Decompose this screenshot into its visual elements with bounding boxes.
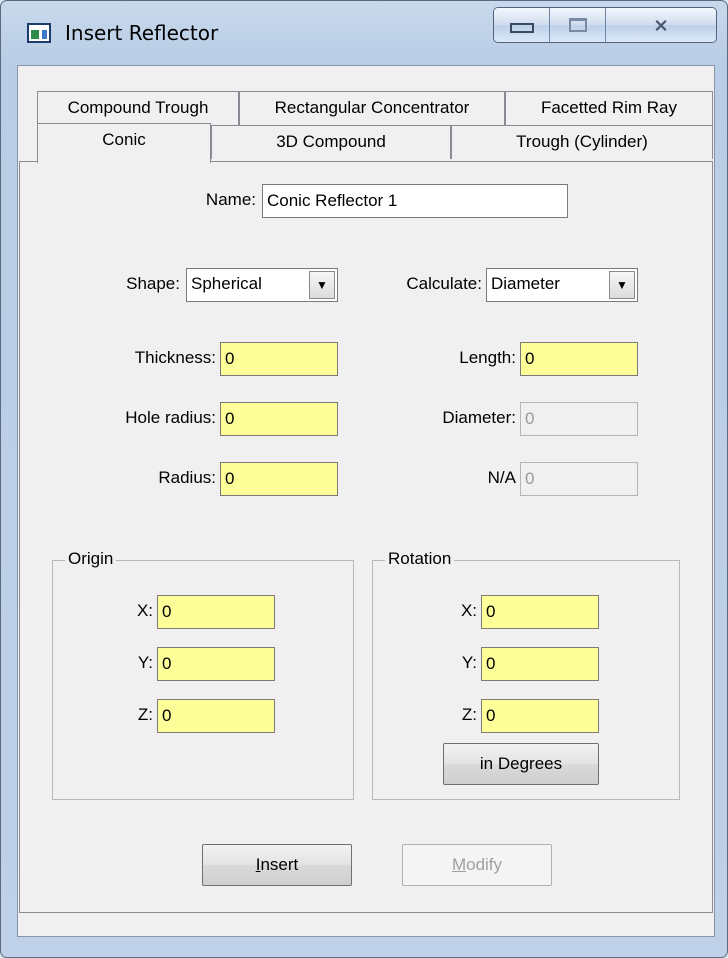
minimize-icon (509, 23, 534, 33)
thickness-input[interactable] (220, 342, 338, 376)
origin-x-input[interactable] (157, 595, 275, 629)
length-label: Length: (459, 348, 516, 367)
caption-buttons: ⨯ (493, 7, 717, 43)
origin-x-label: X: (136, 601, 153, 620)
radius-label: Radius: (158, 468, 216, 487)
insert-label: nsert (260, 855, 299, 874)
tab-compound-trough[interactable]: Compound Trough (37, 91, 239, 125)
diameter-input (520, 402, 638, 436)
origin-y-label: Y: (137, 653, 153, 672)
rotation-y-label: Y: (461, 653, 477, 672)
rotation-x-input[interactable] (481, 595, 599, 629)
diameter-label: Diameter: (442, 408, 516, 427)
title-bar[interactable]: Insert Reflector ⨯ (1, 1, 727, 67)
rotation-z-label: Z: (461, 705, 477, 724)
rotation-x-label: X: (460, 601, 477, 620)
thickness-label: Thickness: (134, 348, 216, 367)
hole-radius-label: Hole radius: (125, 408, 216, 427)
maximize-button[interactable] (550, 8, 606, 42)
origin-group: Origin X: Y: Z: (52, 549, 354, 800)
radius-input[interactable] (220, 462, 338, 496)
tab-conic[interactable]: Conic (37, 123, 211, 163)
calculate-label: Calculate: (406, 274, 482, 293)
rotation-z-input[interactable] (481, 699, 599, 733)
modify-label: odify (466, 855, 503, 874)
maximize-icon (568, 18, 587, 32)
modify-mnemonic: M (451, 855, 467, 874)
calculate-selected-value: Diameter (491, 274, 560, 293)
window-title: Insert Reflector (65, 21, 219, 45)
insert-button[interactable]: Insert (202, 844, 352, 886)
hole-radius-input[interactable] (220, 402, 338, 436)
origin-z-label: Z: (137, 705, 153, 724)
conic-tab-panel: Name: Shape: Spherical ▼ Calculate: Diam… (19, 161, 713, 913)
length-input[interactable] (520, 342, 638, 376)
na-input (520, 462, 638, 496)
origin-group-title: Origin (65, 549, 117, 569)
close-icon: ⨯ (653, 14, 669, 35)
tab-facetted-rim-ray[interactable]: Facetted Rim Ray (505, 91, 713, 125)
app-icon (27, 23, 51, 43)
tab-3d-compound[interactable]: 3D Compound (211, 125, 451, 159)
tab-rectangular-concentrator[interactable]: Rectangular Concentrator (239, 91, 505, 125)
close-button[interactable]: ⨯ (606, 8, 716, 42)
rotation-group: Rotation X: Y: Z: in Degrees (372, 549, 680, 800)
modify-button[interactable]: Modify (402, 844, 552, 886)
calculate-select[interactable]: Diameter ▼ (486, 268, 638, 302)
minimize-button[interactable] (494, 8, 550, 42)
tab-trough-cylinder[interactable]: Trough (Cylinder) (451, 125, 713, 159)
shape-selected-value: Spherical (191, 274, 262, 293)
shape-label: Shape: (126, 274, 180, 293)
rotation-y-input[interactable] (481, 647, 599, 681)
na-label: N/A (487, 468, 516, 487)
in-degrees-button[interactable]: in Degrees (443, 743, 599, 785)
chevron-down-icon[interactable]: ▼ (609, 271, 635, 299)
rotation-group-title: Rotation (385, 549, 455, 569)
name-input[interactable] (262, 184, 568, 218)
insert-reflector-window: Insert Reflector ⨯ Compound Trough Recta… (0, 0, 728, 958)
shape-select[interactable]: Spherical ▼ (186, 268, 338, 302)
chevron-down-icon[interactable]: ▼ (309, 271, 335, 299)
name-label: Name: (205, 190, 256, 209)
origin-z-input[interactable] (157, 699, 275, 733)
origin-y-input[interactable] (157, 647, 275, 681)
